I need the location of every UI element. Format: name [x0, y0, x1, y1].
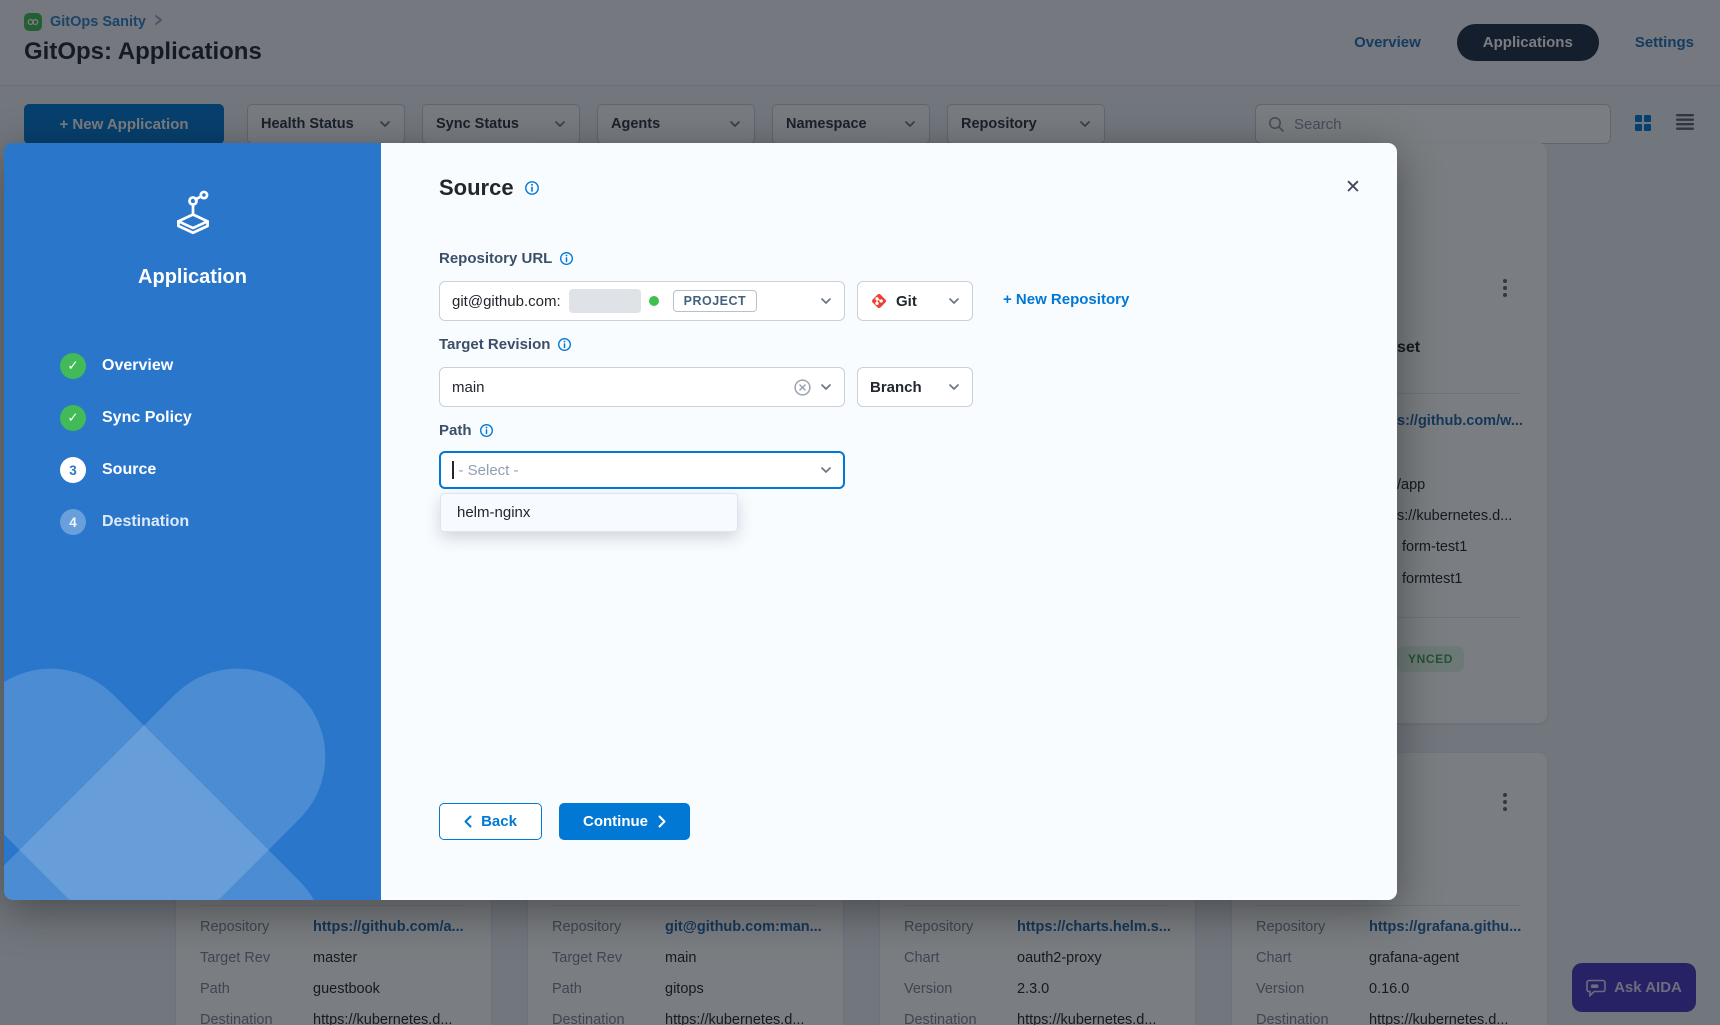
- repository-url-label: Repository URL: [439, 250, 574, 267]
- path-label: Path: [439, 422, 494, 439]
- info-icon[interactable]: [524, 180, 540, 196]
- chevron-down-icon: [948, 383, 960, 391]
- clear-icon[interactable]: [793, 378, 812, 397]
- path-options-dropdown: helm-nginx: [440, 493, 738, 532]
- step-label: Source: [102, 461, 156, 479]
- wizard-sidebar: Application ✓ Overview ✓ Sync Policy 3 S…: [4, 143, 381, 900]
- revision-type-value: Branch: [870, 379, 922, 396]
- application-icon: [4, 189, 381, 239]
- step-check-icon: ✓: [60, 405, 86, 431]
- info-icon[interactable]: [557, 337, 572, 352]
- chevron-down-icon: [820, 466, 832, 474]
- new-application-modal: Application ✓ Overview ✓ Sync Policy 3 S…: [4, 143, 1397, 900]
- chevron-down-icon: [948, 297, 960, 305]
- info-icon[interactable]: [479, 423, 494, 438]
- git-icon: [870, 292, 888, 310]
- step-overview[interactable]: ✓ Overview: [60, 353, 192, 379]
- repo-type-select[interactable]: Git: [857, 281, 973, 321]
- chevron-right-icon: [658, 815, 666, 828]
- step-label: Destination: [102, 513, 189, 531]
- chevron-left-icon: [464, 815, 472, 828]
- chevron-down-icon: [820, 297, 832, 305]
- repository-url-select[interactable]: git@github.com: PROJECT: [439, 281, 845, 321]
- step-sync-policy[interactable]: ✓ Sync Policy: [60, 405, 192, 431]
- modal-section-title: Source: [439, 175, 540, 201]
- step-source[interactable]: 3 Source: [60, 457, 192, 483]
- back-label: Back: [481, 813, 517, 830]
- connection-status-dot: [649, 296, 659, 306]
- field-label-text: Target Revision: [439, 336, 550, 353]
- path-select-input[interactable]: - Select -: [439, 451, 845, 489]
- revision-type-select[interactable]: Branch: [857, 367, 973, 407]
- text-caret: [452, 461, 454, 479]
- step-label: Sync Policy: [102, 409, 192, 427]
- step-number: 4: [60, 509, 86, 535]
- repository-url-value: git@github.com:: [452, 293, 561, 310]
- close-icon[interactable]: ✕: [1339, 173, 1367, 201]
- path-option-helm-nginx[interactable]: helm-nginx: [441, 494, 737, 531]
- continue-button[interactable]: Continue: [559, 803, 690, 840]
- wizard-title: Application: [4, 266, 381, 289]
- continue-label: Continue: [583, 813, 648, 830]
- field-label-text: Path: [439, 422, 472, 439]
- target-revision-value: main: [452, 379, 485, 396]
- harness-watermark-logo: [4, 539, 381, 900]
- source-heading: Source: [439, 175, 514, 201]
- info-icon[interactable]: [559, 251, 574, 266]
- target-revision-select[interactable]: main: [439, 367, 845, 407]
- redacted-text-block: [569, 289, 641, 313]
- project-scope-tag: PROJECT: [673, 290, 758, 312]
- new-repository-link[interactable]: + New Repository: [1003, 291, 1129, 308]
- target-revision-label: Target Revision: [439, 336, 572, 353]
- step-destination[interactable]: 4 Destination: [60, 509, 192, 535]
- path-placeholder: - Select -: [459, 462, 519, 479]
- step-check-icon: ✓: [60, 353, 86, 379]
- back-button[interactable]: Back: [439, 803, 542, 840]
- wizard-steps: ✓ Overview ✓ Sync Policy 3 Source 4 Dest…: [60, 353, 192, 561]
- field-label-text: Repository URL: [439, 250, 552, 267]
- repo-type-value: Git: [896, 293, 917, 310]
- step-label: Overview: [102, 357, 173, 375]
- chevron-down-icon: [820, 383, 832, 391]
- step-number: 3: [60, 457, 86, 483]
- modal-content: Source ✕ Repository URL git@github.com: …: [381, 143, 1397, 900]
